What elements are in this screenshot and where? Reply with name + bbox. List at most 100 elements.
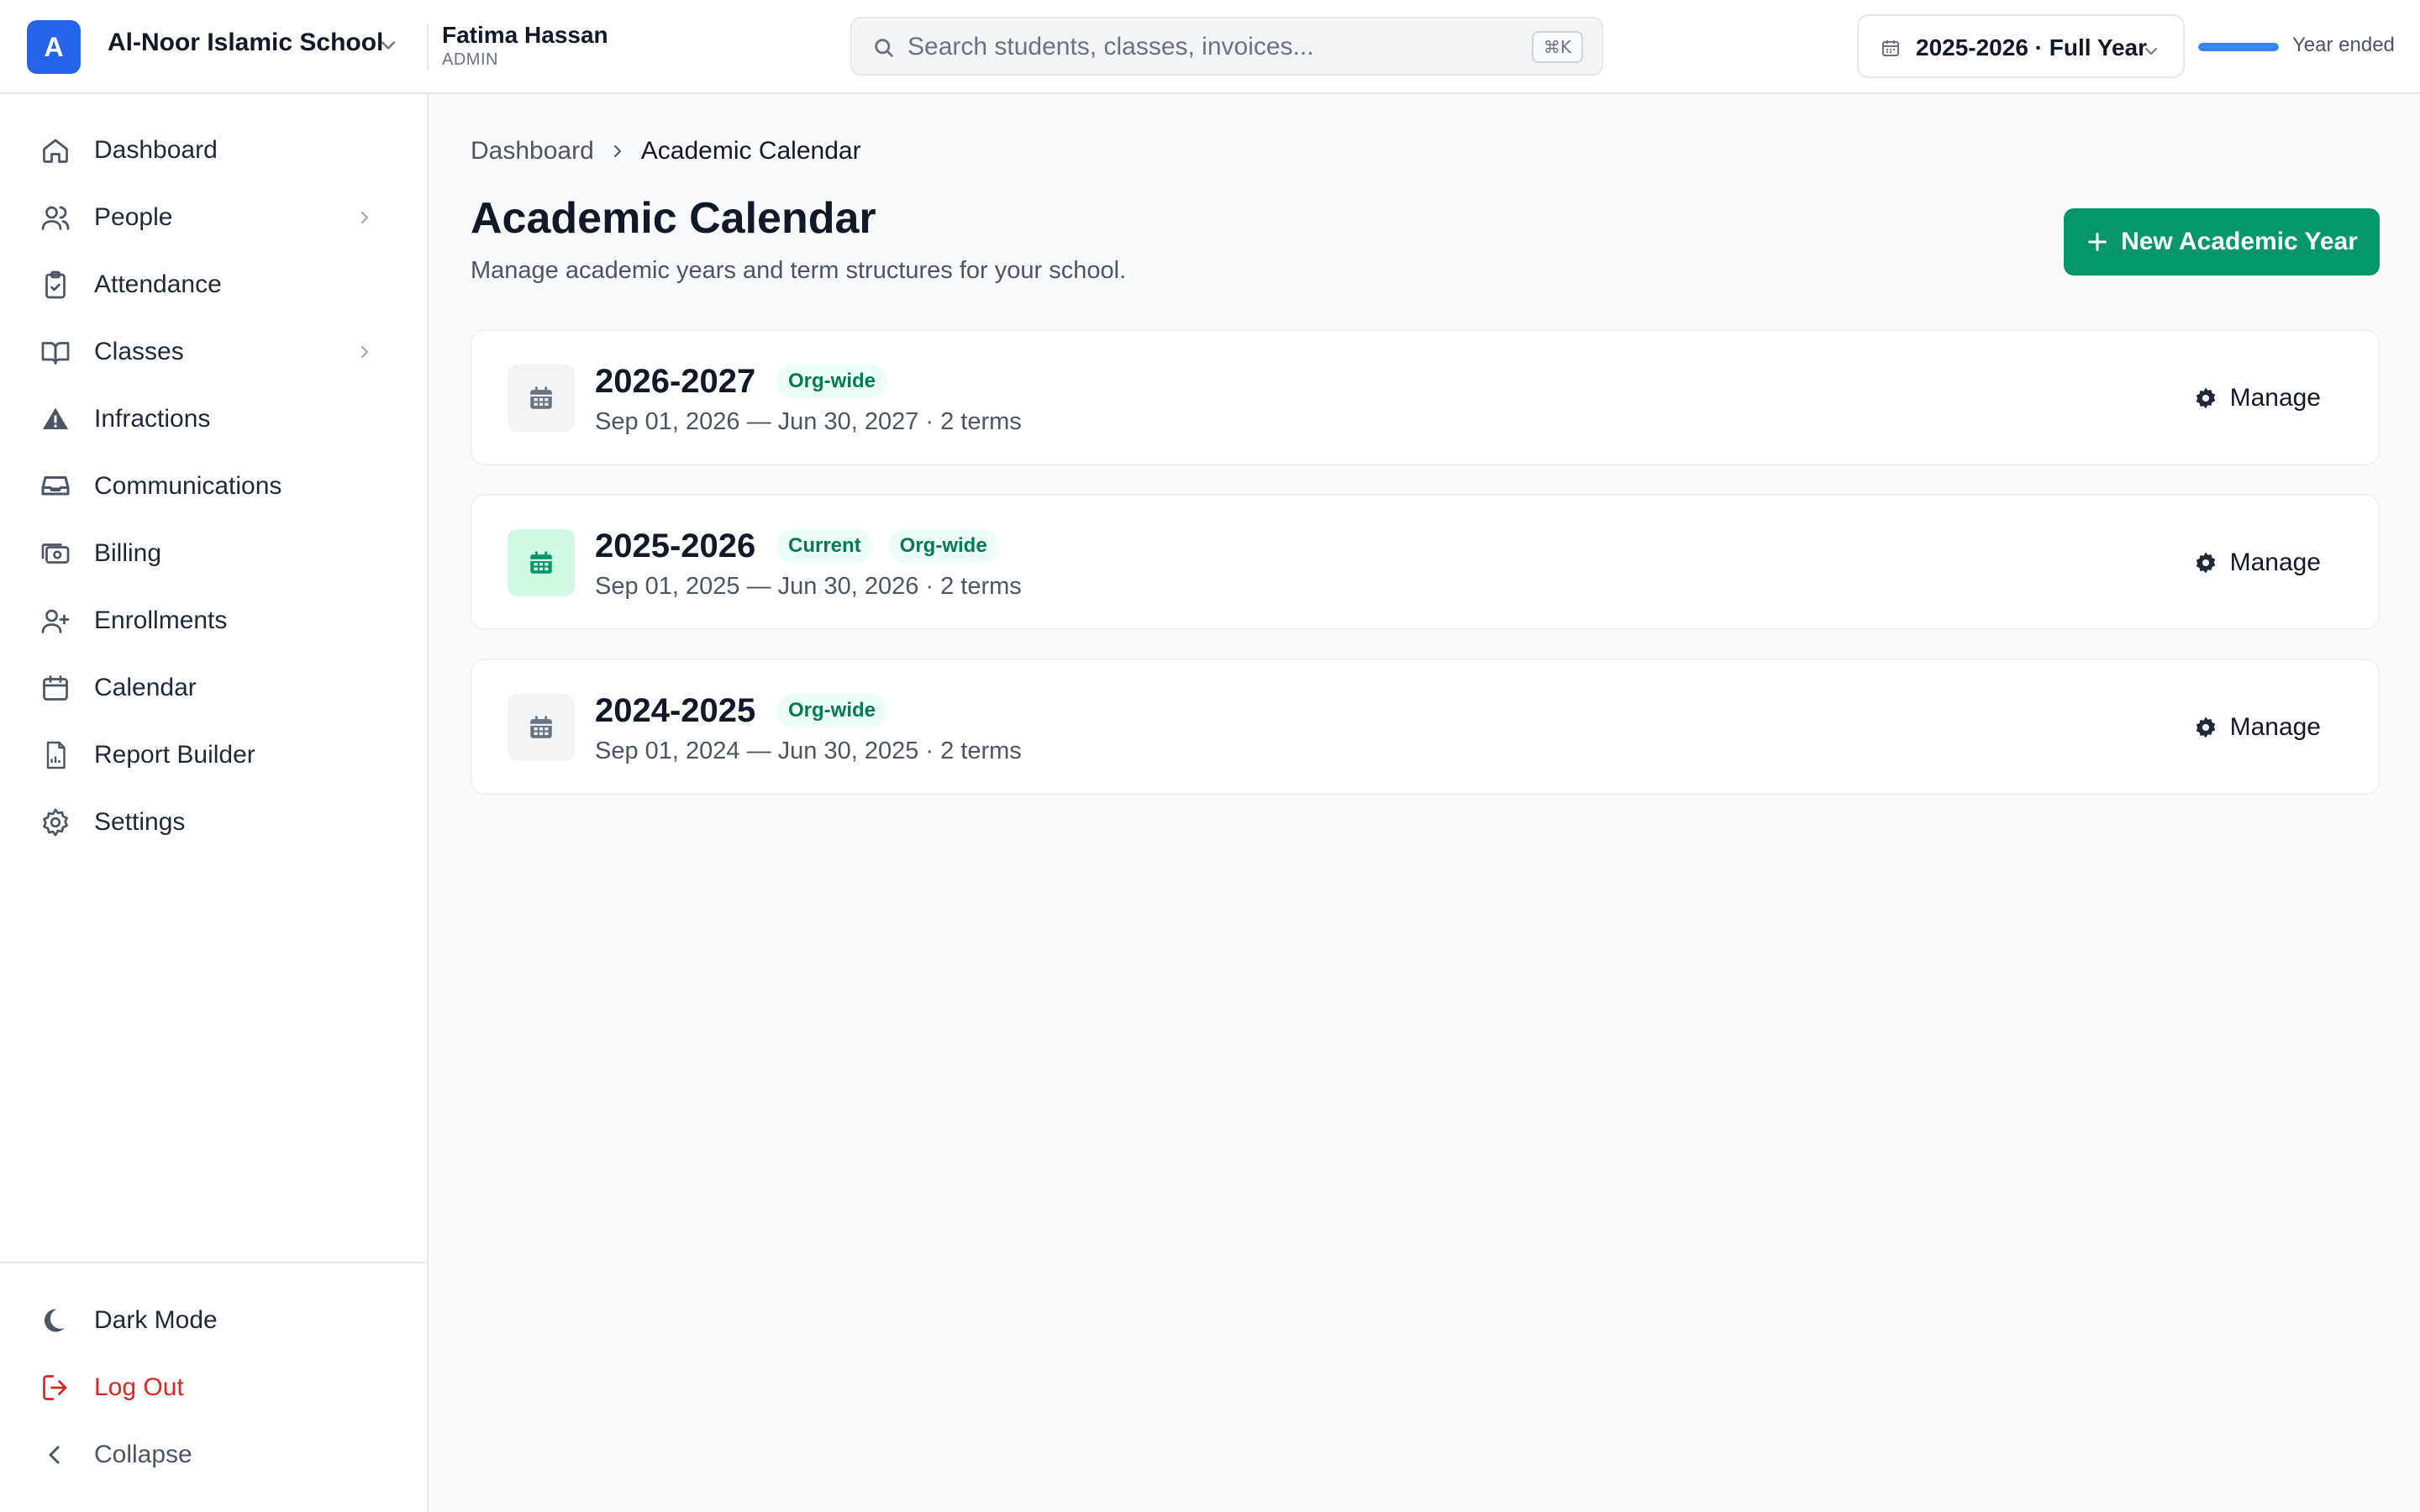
calendar-icon [530, 716, 552, 738]
manage-year-button[interactable]: Manage [2188, 539, 2326, 586]
year-tile [508, 365, 575, 432]
org-wide-badge: Org-wide [887, 529, 999, 563]
sidebar-item-label: Report Builder [94, 741, 255, 769]
year-dates: Sep 01, 2024 — Jun 30, 2025 · 2 terms [595, 738, 1022, 764]
sidebar-item-label: Settings [94, 808, 186, 836]
home-icon [43, 139, 68, 163]
org-switcher[interactable]: Al-Noor Islamic School [108, 29, 383, 57]
breadcrumb-dashboard[interactable]: Dashboard [471, 137, 594, 165]
academic-year-card[interactable]: 2026-2027 Org-wide Sep 01, 2026 — Jun 30… [471, 329, 2380, 465]
sidebar-item-label: Calendar [94, 674, 197, 701]
collapse-sidebar-button[interactable]: Collapse [20, 1425, 395, 1485]
sidebar-item-label: Dashboard [94, 136, 218, 164]
sidebar-item-settings[interactable]: Settings [20, 792, 395, 853]
year-name: 2024-2025 [595, 692, 756, 729]
sidebar-item-report-builder[interactable]: Report Builder [20, 725, 395, 785]
gear-icon [2196, 552, 2215, 574]
logout-icon [43, 1375, 67, 1400]
academic-year-card[interactable]: 2025-2026 Current Org-wide Sep 01, 2025 … [471, 494, 2380, 630]
year-progress-fill [2198, 43, 2279, 51]
logout-label: Log Out [94, 1373, 184, 1401]
year-tile [508, 694, 575, 761]
sidebar-item-label: Billing [94, 539, 162, 567]
sidebar-item-calendar[interactable]: Calendar [20, 658, 395, 718]
year-badges: Current Org-wide [776, 529, 999, 563]
top-bar: A Al-Noor Islamic School Fatima Hassan A… [0, 0, 2420, 94]
sidebar-item-label: Communications [94, 472, 282, 500]
money-icon [41, 543, 70, 564]
calendar-icon [530, 551, 552, 574]
sidebar-item-label: People [94, 203, 173, 231]
calendar-icon [530, 386, 552, 409]
sidebar-item-attendance[interactable]: Attendance [20, 255, 395, 315]
year-badges: Org-wide [776, 694, 888, 727]
manage-label: Manage [2229, 384, 2321, 412]
sidebar-item-billing[interactable]: Billing [20, 523, 395, 584]
current-badge: Current [776, 529, 873, 563]
warning-icon [43, 407, 68, 429]
header-divider [427, 24, 429, 71]
sidebar-item-infractions[interactable]: Infractions [20, 389, 395, 449]
chevron-right-icon [613, 145, 621, 157]
org-logo[interactable]: A [27, 20, 81, 74]
sidebar-item-label: Classes [94, 338, 184, 365]
inbox-icon [41, 476, 70, 496]
calendar-icon [1882, 40, 1899, 56]
user-plus-icon [41, 609, 70, 633]
sidebar-item-people[interactable]: People [20, 187, 395, 248]
sidebar-item-label: Attendance [94, 270, 222, 298]
clipboard-check-icon [45, 270, 66, 299]
new-academic-year-button[interactable]: New Academic Year [2064, 208, 2380, 276]
users-icon [41, 206, 70, 230]
logout-button[interactable]: Log Out [20, 1357, 395, 1418]
year-dates: Sep 01, 2026 — Jun 30, 2027 · 2 terms [595, 408, 1022, 435]
dark-mode-toggle[interactable]: Dark Mode [20, 1290, 395, 1351]
year-tile [508, 529, 575, 596]
manage-label: Manage [2229, 713, 2321, 741]
dark-mode-label: Dark Mode [94, 1306, 218, 1334]
calendar-icon [43, 675, 68, 701]
breadcrumb-current: Academic Calendar [640, 137, 861, 165]
collapse-label: Collapse [94, 1441, 192, 1468]
sidebar-item-dashboard[interactable]: Dashboard [20, 120, 395, 181]
gear-icon [2196, 717, 2215, 738]
user-role: ADMIN [442, 50, 498, 69]
moon-icon [44, 1309, 65, 1332]
sidebar-divider [0, 1262, 427, 1263]
org-wide-badge: Org-wide [776, 365, 888, 398]
year-badges: Org-wide [776, 365, 888, 398]
manage-label: Manage [2229, 549, 2321, 576]
year-dates: Sep 01, 2025 — Jun 30, 2026 · 2 terms [595, 573, 1022, 600]
academic-year-card[interactable]: 2024-2025 Org-wide Sep 01, 2024 — Jun 30… [471, 659, 2380, 795]
sidebar-item-communications[interactable]: Communications [20, 456, 395, 517]
page-title: Academic Calendar [471, 194, 876, 243]
year-name: 2025-2026 [595, 528, 756, 564]
breadcrumb: Dashboard Academic Calendar [471, 134, 861, 168]
gear-icon [2196, 387, 2215, 409]
chevron-down-icon[interactable] [376, 34, 400, 57]
manage-year-button[interactable]: Manage [2188, 375, 2326, 422]
year-progress-bar [2198, 43, 2279, 51]
academic-year-selector[interactable]: 2025-2026 · Full Year [1857, 14, 2185, 78]
report-icon [46, 741, 66, 769]
year-status: Year ended [2292, 34, 2395, 56]
sidebar: Dashboard People Attendance Classes Infr… [0, 94, 429, 1512]
book-icon [41, 342, 70, 365]
selected-year: 2025-2026 · Full Year [1916, 34, 2147, 60]
sidebar-item-enrollments[interactable]: Enrollments [20, 591, 395, 651]
manage-year-button[interactable]: Manage [2188, 704, 2326, 751]
chevron-left-icon [49, 1446, 60, 1464]
page-subtitle: Manage academic years and term structure… [471, 257, 1127, 284]
search-icon [875, 39, 893, 57]
gear-icon [43, 808, 68, 837]
chevron-right-icon[interactable] [355, 207, 375, 228]
org-wide-badge: Org-wide [776, 694, 888, 727]
search-input[interactable] [908, 27, 1496, 67]
sidebar-item-label: Infractions [94, 405, 211, 433]
sidebar-item-label: Enrollments [94, 606, 228, 634]
chevron-right-icon[interactable] [355, 342, 375, 362]
plus-icon [2088, 233, 2107, 251]
search-shortcut: ⌘K [1531, 31, 1583, 63]
global-search[interactable]: ⌘K [850, 17, 1603, 76]
sidebar-item-classes[interactable]: Classes [20, 322, 395, 382]
